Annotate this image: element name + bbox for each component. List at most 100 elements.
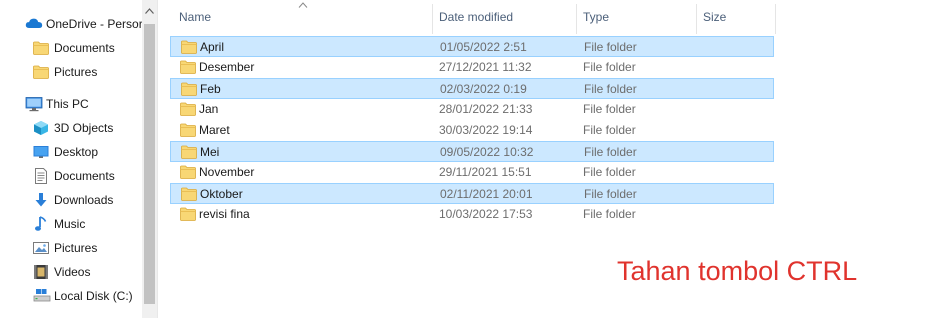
nav-item-downloads[interactable]: Downloads bbox=[0, 188, 142, 212]
file-row[interactable]: November 29/11/2021 15:51 File folder bbox=[170, 162, 774, 183]
nav-item-music[interactable]: Music bbox=[0, 212, 142, 236]
folder-icon bbox=[180, 165, 196, 179]
column-separator[interactable] bbox=[696, 4, 697, 34]
file-date-modified: 27/12/2021 11:32 bbox=[439, 60, 532, 74]
folder-icon bbox=[180, 123, 196, 137]
file-row[interactable]: Mei 09/05/2022 10:32 File folder bbox=[170, 141, 774, 162]
file-row[interactable]: April 01/05/2022 2:51 File folder bbox=[170, 36, 774, 57]
file-row[interactable]: Feb 02/03/2022 0:19 File folder bbox=[170, 78, 774, 99]
file-name: Maret bbox=[199, 123, 230, 137]
file-name: April bbox=[200, 40, 225, 54]
folder-icon bbox=[181, 82, 197, 96]
column-header-name-label: Name bbox=[179, 10, 212, 24]
nav-item-pictures[interactable]: Pictures bbox=[0, 60, 142, 84]
nav-item-documents[interactable]: Documents bbox=[0, 164, 142, 188]
file-name: Jan bbox=[199, 102, 219, 116]
column-header-size[interactable]: Size bbox=[703, 0, 773, 34]
file-type: File folder bbox=[583, 123, 636, 137]
file-row[interactable]: Jan 28/01/2022 21:33 File folder bbox=[170, 99, 774, 120]
file-row[interactable]: revisi fina 10/03/2022 17:53 File folder bbox=[170, 204, 774, 225]
navigation-tree: OneDrive - Persor Documents Pictures This P… bbox=[0, 12, 142, 308]
nav-item-desktop[interactable]: Desktop bbox=[0, 140, 142, 164]
nav-item-label: Music bbox=[54, 217, 86, 231]
file-type: File folder bbox=[584, 187, 637, 201]
file-type: File folder bbox=[584, 82, 637, 96]
nav-item-label: 3D Objects bbox=[54, 121, 114, 135]
column-header-date-label: Date modified bbox=[439, 10, 514, 24]
folder-icon bbox=[180, 60, 196, 74]
nav-item-this-pc[interactable]: This PC bbox=[0, 92, 142, 116]
nav-item-label: This PC bbox=[46, 97, 89, 111]
file-name: Feb bbox=[200, 82, 221, 96]
nav-item-videos[interactable]: Videos bbox=[0, 260, 142, 284]
column-separator[interactable] bbox=[775, 4, 776, 34]
file-name: November bbox=[199, 165, 255, 179]
3d-objects-icon bbox=[33, 120, 49, 136]
nav-item-3d-objects[interactable]: 3D Objects bbox=[0, 116, 142, 140]
nav-item-label: Pictures bbox=[54, 241, 98, 255]
chevron-up-icon bbox=[145, 8, 154, 14]
file-date-modified: 28/01/2022 21:33 bbox=[439, 102, 533, 116]
downloads-icon bbox=[33, 192, 49, 208]
nav-item-label: Documents bbox=[54, 41, 115, 55]
desktop-icon bbox=[33, 144, 49, 160]
file-row[interactable]: Oktober 02/11/2021 20:01 File folder bbox=[170, 183, 774, 204]
folder-icon bbox=[33, 40, 49, 56]
folder-icon bbox=[181, 40, 197, 54]
file-type: File folder bbox=[583, 207, 636, 221]
sort-ascending-icon bbox=[298, 2, 308, 8]
file-name: Oktober bbox=[200, 187, 243, 201]
pictures-icon bbox=[33, 240, 49, 256]
music-icon bbox=[33, 216, 49, 232]
file-list: April 01/05/2022 2:51 File folder Desember 2… bbox=[170, 36, 774, 225]
nav-item-label: Local Disk (C:) bbox=[54, 289, 133, 303]
documents-icon bbox=[33, 168, 49, 184]
nav-scrollbar[interactable] bbox=[142, 0, 157, 318]
folder-icon bbox=[180, 207, 196, 221]
file-name: Mei bbox=[200, 145, 220, 159]
column-header-type[interactable]: Type bbox=[583, 0, 693, 34]
file-date-modified: 02/11/2021 20:01 bbox=[440, 187, 533, 201]
pane-divider[interactable] bbox=[157, 0, 158, 318]
folder-icon bbox=[33, 64, 49, 80]
onedrive-cloud-icon bbox=[25, 16, 43, 32]
file-date-modified: 09/05/2022 10:32 bbox=[440, 145, 534, 159]
nav-item-label: Videos bbox=[54, 265, 91, 279]
scroll-up-button[interactable] bbox=[142, 4, 157, 18]
column-header-date[interactable]: Date modified bbox=[439, 0, 579, 34]
local-disk-icon bbox=[33, 288, 51, 304]
nav-item-label: Pictures bbox=[54, 65, 98, 79]
folder-icon bbox=[181, 145, 197, 159]
column-header-size-label: Size bbox=[703, 10, 727, 24]
nav-item-local-disk-c[interactable]: Local Disk (C:) bbox=[0, 284, 142, 308]
column-header-type-label: Type bbox=[583, 10, 610, 24]
column-header-bar: Name Date modified Type Size bbox=[170, 0, 776, 34]
nav-item-documents[interactable]: Documents bbox=[0, 36, 142, 60]
file-type: File folder bbox=[583, 60, 636, 74]
file-date-modified: 01/05/2022 2:51 bbox=[440, 40, 527, 54]
file-type: File folder bbox=[583, 102, 636, 116]
file-date-modified: 10/03/2022 17:53 bbox=[439, 207, 533, 221]
file-type: File folder bbox=[584, 40, 637, 54]
nav-item-label: OneDrive - Persor bbox=[46, 17, 142, 31]
videos-icon bbox=[33, 264, 49, 280]
file-type: File folder bbox=[584, 145, 637, 159]
nav-item-pictures[interactable]: Pictures bbox=[0, 236, 142, 260]
folder-icon bbox=[181, 187, 197, 201]
scroll-thumb[interactable] bbox=[144, 24, 155, 304]
file-name: revisi fina bbox=[199, 207, 250, 221]
nav-item-label: Desktop bbox=[54, 145, 99, 159]
file-name: Desember bbox=[199, 60, 255, 74]
file-row[interactable]: Desember 27/12/2021 11:32 File folder bbox=[170, 57, 774, 78]
file-date-modified: 29/11/2021 15:51 bbox=[439, 165, 532, 179]
nav-item-label: Documents bbox=[54, 169, 115, 183]
file-type: File folder bbox=[583, 165, 636, 179]
navigation-pane: OneDrive - Persor Documents Pictures This P… bbox=[0, 0, 157, 318]
this-pc-icon bbox=[25, 96, 43, 112]
column-separator[interactable] bbox=[576, 4, 577, 34]
file-row[interactable]: Maret 30/03/2022 19:14 File folder bbox=[170, 120, 774, 141]
nav-item-onedrive-persor[interactable]: OneDrive - Persor bbox=[0, 12, 142, 36]
column-separator[interactable] bbox=[432, 4, 433, 34]
file-date-modified: 30/03/2022 19:14 bbox=[439, 123, 533, 137]
